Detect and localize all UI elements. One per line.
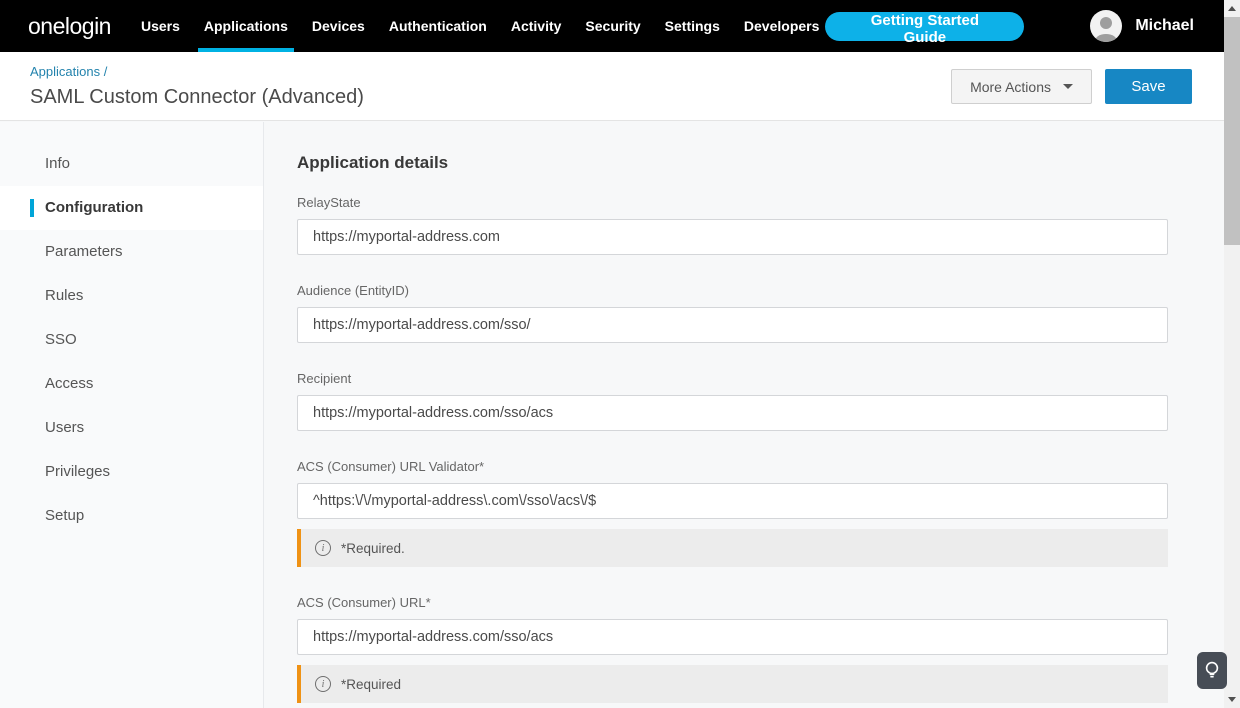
header-actions: More Actions Save [951, 69, 1192, 104]
application-details-form: RelayState Audience (EntityID) Recipient AC… [297, 195, 1168, 703]
nav-item-security[interactable]: Security [579, 0, 646, 52]
form-field-relaystate: RelayState [297, 195, 1168, 255]
sidebar-item-sso[interactable]: SSO [0, 318, 263, 362]
page-header: Applications / SAML Custom Connector (Ad… [0, 52, 1224, 121]
required-note-text: *Required [341, 677, 401, 692]
avatar-person-icon [1095, 34, 1117, 42]
sidebar-item-label: Privileges [45, 463, 110, 480]
sidebar-item-label: SSO [45, 331, 77, 348]
onelogin-logo: onelogin [28, 0, 111, 52]
field-label: Audience (EntityID) [297, 283, 1168, 298]
field-input-recipient[interactable] [297, 395, 1168, 431]
more-actions-label: More Actions [970, 79, 1051, 95]
form-field-audience-entityid: Audience (EntityID) [297, 283, 1168, 343]
nav-item-developers[interactable]: Developers [738, 0, 825, 52]
field-input-acs-consumer-url-validator[interactable] [297, 483, 1168, 519]
more-actions-button[interactable]: More Actions [951, 69, 1092, 104]
info-icon: i [315, 676, 331, 692]
lightbulb-icon [1205, 661, 1219, 681]
sidebar-item-label: Configuration [45, 199, 143, 216]
main-content: Application details RelayState Audience (… [265, 122, 1224, 708]
nav-item-applications[interactable]: Applications [198, 0, 294, 52]
user-name[interactable]: Michael [1135, 17, 1194, 35]
form-field-recipient: Recipient [297, 371, 1168, 431]
sidebar-item-users[interactable]: Users [0, 406, 263, 450]
active-item-indicator [30, 199, 34, 217]
save-button[interactable]: Save [1105, 69, 1192, 104]
sidebar-item-label: Access [45, 375, 93, 392]
section-heading: Application details [297, 153, 1168, 173]
sidebar-item-setup[interactable]: Setup [0, 494, 263, 538]
user-avatar[interactable] [1090, 10, 1122, 42]
breadcrumb[interactable]: Applications / [30, 64, 107, 79]
sidebar-item-access[interactable]: Access [0, 362, 263, 406]
nav-right-cluster: Getting Started Guide Michael [825, 10, 1194, 42]
nav-item-settings[interactable]: Settings [659, 0, 726, 52]
form-field-acs-consumer-url-validator: ACS (Consumer) URL Validator* i *Required. [297, 459, 1168, 567]
help-button[interactable] [1197, 652, 1227, 689]
primary-nav: UsersApplicationsDevicesAuthenticationAc… [135, 0, 825, 52]
top-nav-bar: onelogin UsersApplicationsDevicesAuthent… [0, 0, 1224, 52]
field-label: ACS (Consumer) URL Validator* [297, 459, 1168, 474]
required-note: i *Required [297, 665, 1168, 703]
field-input-relaystate[interactable] [297, 219, 1168, 255]
sidebar-item-label: Rules [45, 287, 83, 304]
nav-item-devices[interactable]: Devices [306, 0, 371, 52]
sidebar-item-label: Users [45, 419, 84, 436]
settings-sidebar: Info Configuration Parameters Rules SSO Acces… [0, 122, 264, 708]
field-label: ACS (Consumer) URL* [297, 595, 1168, 610]
scrollbar-up-arrow[interactable] [1224, 0, 1240, 17]
field-label: Recipient [297, 371, 1168, 386]
nav-item-activity[interactable]: Activity [505, 0, 568, 52]
nav-item-users[interactable]: Users [135, 0, 186, 52]
field-input-audience-entityid[interactable] [297, 307, 1168, 343]
sidebar-item-info[interactable]: Info [0, 142, 263, 186]
chevron-down-icon [1063, 84, 1073, 89]
required-note-text: *Required. [341, 541, 405, 556]
sidebar-item-parameters[interactable]: Parameters [0, 230, 263, 274]
sidebar-item-label: Setup [45, 507, 84, 524]
form-field-acs-consumer-url: ACS (Consumer) URL* i *Required [297, 595, 1168, 703]
nav-item-authentication[interactable]: Authentication [383, 0, 493, 52]
sidebar-item-privileges[interactable]: Privileges [0, 450, 263, 494]
scrollbar-down-arrow[interactable] [1224, 691, 1240, 708]
sidebar-item-label: Info [45, 155, 70, 172]
sidebar-item-label: Parameters [45, 243, 123, 260]
sidebar-item-rules[interactable]: Rules [0, 274, 263, 318]
required-note: i *Required. [297, 529, 1168, 567]
getting-started-guide-button[interactable]: Getting Started Guide [825, 12, 1024, 41]
info-icon: i [315, 540, 331, 556]
avatar-person-icon [1100, 17, 1112, 29]
field-input-acs-consumer-url[interactable] [297, 619, 1168, 655]
scrollbar-thumb[interactable] [1224, 17, 1240, 245]
vertical-scrollbar [1224, 0, 1240, 708]
field-label: RelayState [297, 195, 1168, 210]
sidebar-item-configuration[interactable]: Configuration [0, 186, 263, 230]
